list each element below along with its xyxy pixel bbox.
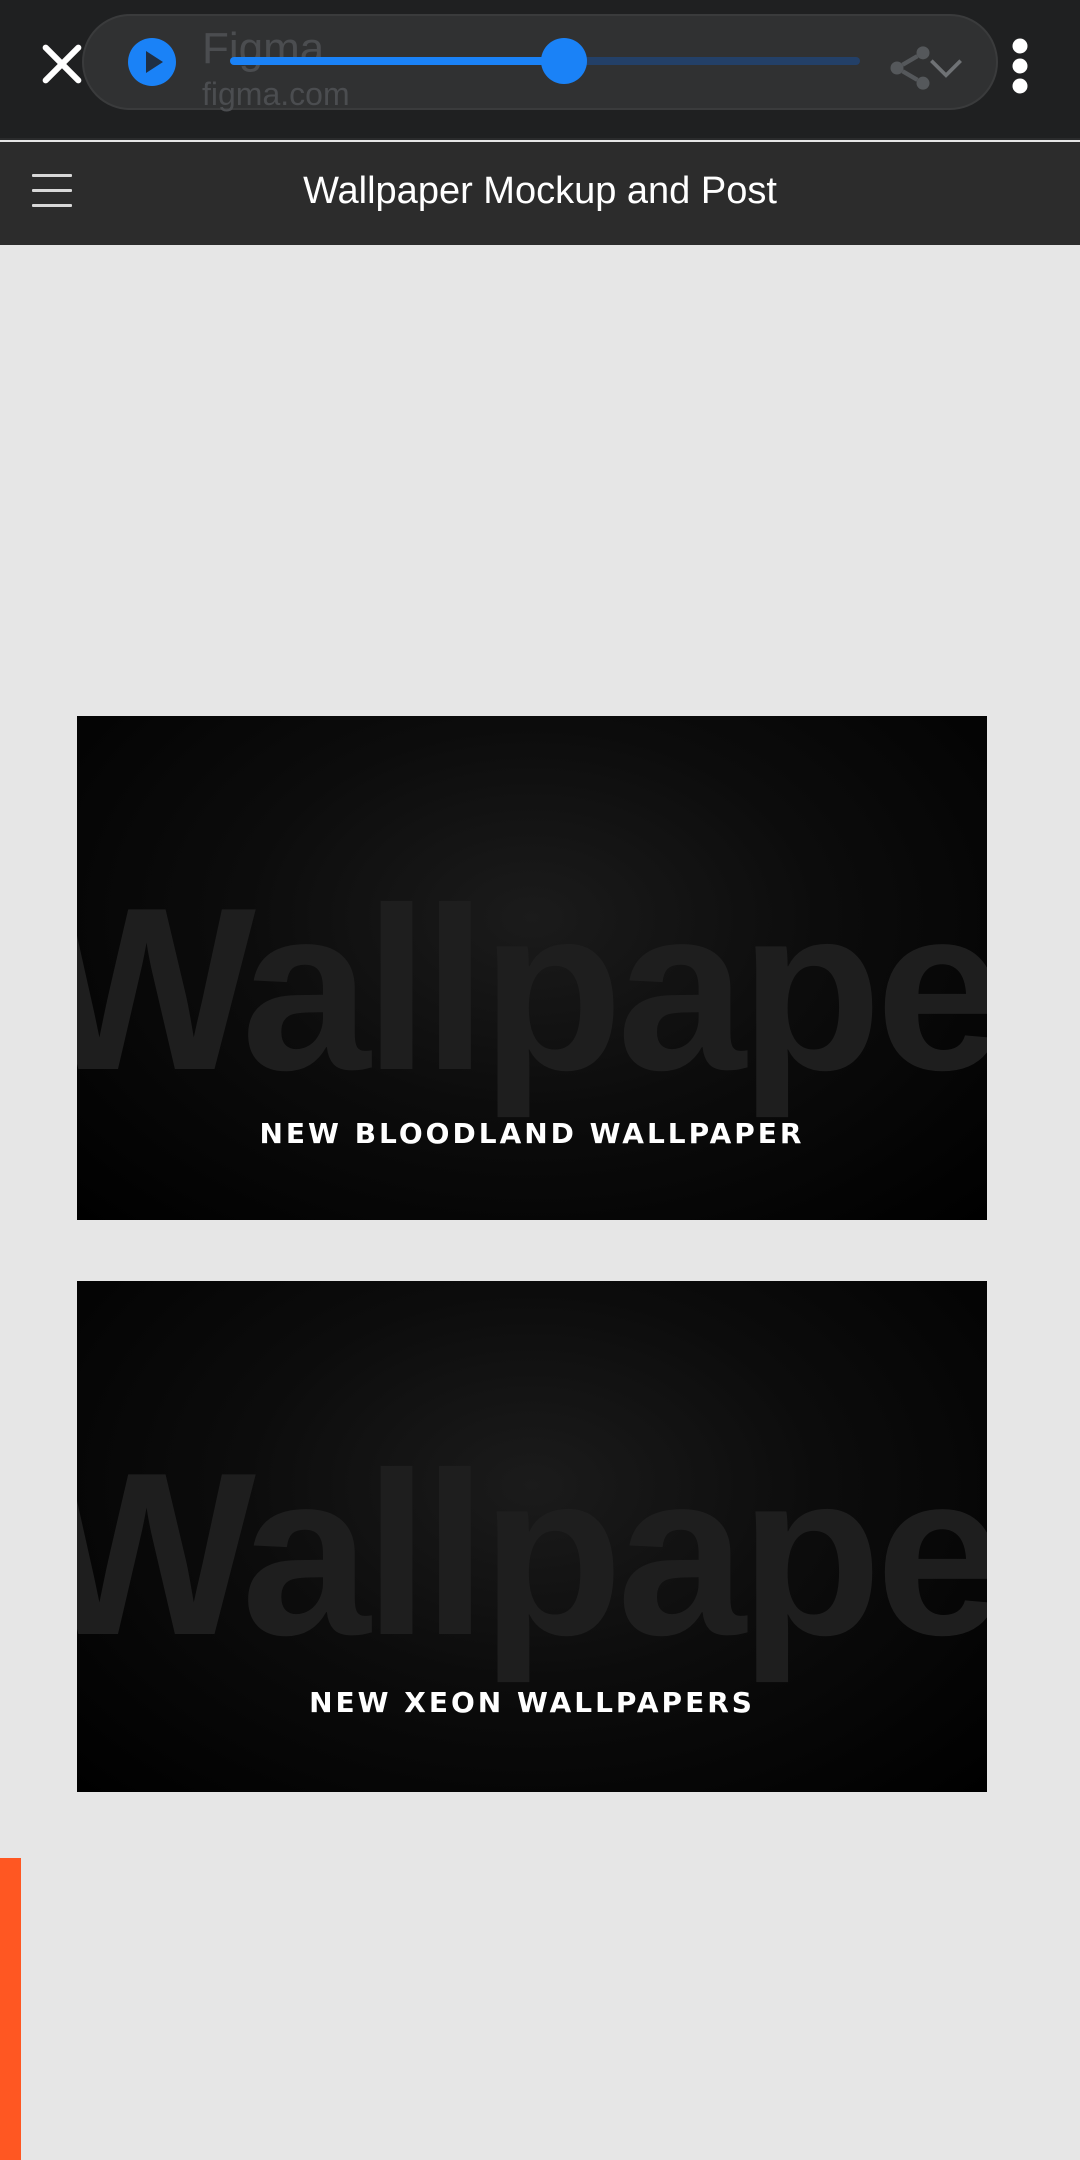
frame-watermark: Wallpapers — [77, 860, 987, 1119]
site-title: Figma — [202, 24, 325, 73]
frame-watermark: Wallpapers — [77, 1425, 987, 1684]
site-url: figma.com — [202, 76, 350, 112]
seek-bar[interactable] — [230, 38, 860, 84]
seek-thumb[interactable] — [540, 38, 587, 84]
frame-caption: NEW BLOODLAND WALLPAPER — [259, 1117, 805, 1150]
seek-progress — [230, 57, 564, 65]
wallpaper-frame-2[interactable]: Wallpapers NEW XEON WALLPAPERS — [77, 1281, 987, 1792]
wallpaper-frame-1[interactable]: Wallpapers NEW BLOODLAND WALLPAPER — [77, 716, 987, 1220]
orange-frame-edge — [0, 1858, 21, 2160]
more-vert-icon[interactable] — [1004, 36, 1036, 96]
document-title: Wallpaper Mockup and Post — [303, 170, 777, 212]
chevron-down-icon[interactable] — [924, 46, 968, 90]
frame-caption: NEW XEON WALLPAPERS — [309, 1686, 755, 1719]
close-icon[interactable] — [34, 36, 90, 92]
figma-header: Wallpaper Mockup and Post — [0, 142, 1080, 245]
play-icon[interactable] — [128, 38, 176, 86]
browser-top-bar: Figma figma.com — [0, 0, 1080, 140]
